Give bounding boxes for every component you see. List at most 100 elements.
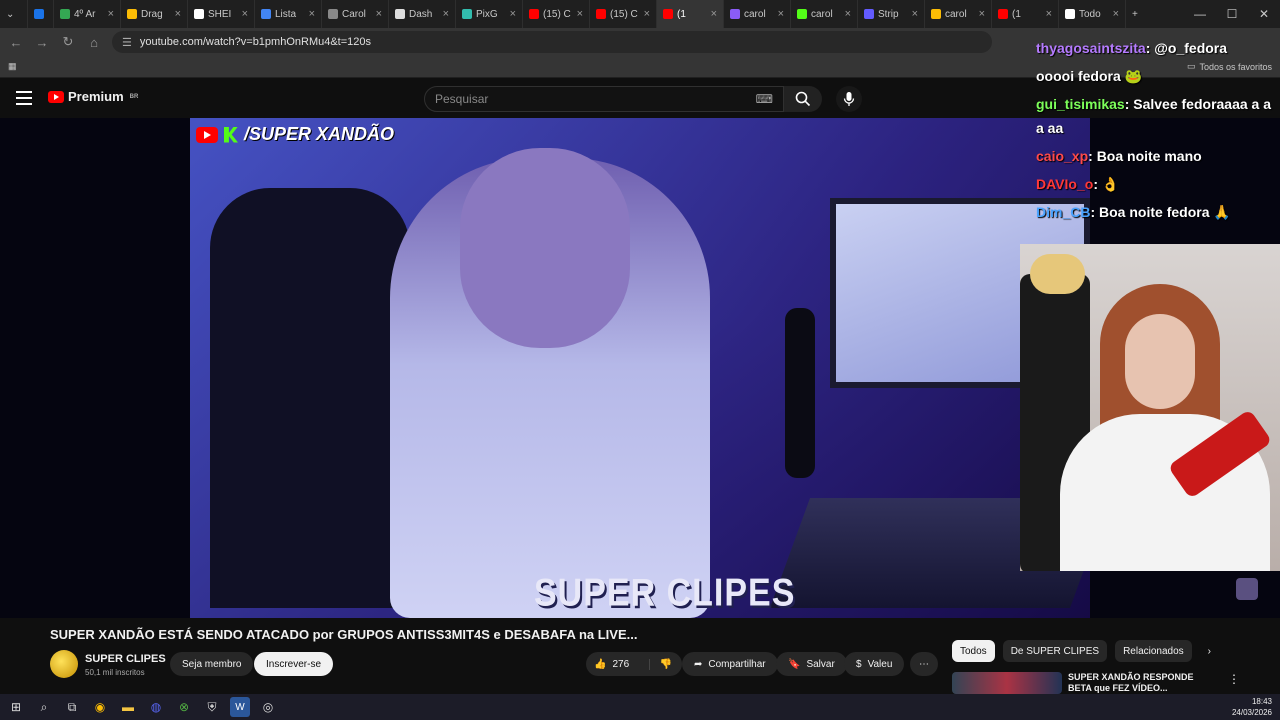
browser-tab[interactable]: (1 × xyxy=(992,0,1059,28)
tab-favicon-icon xyxy=(1065,9,1075,19)
tab-close-icon[interactable]: × xyxy=(912,8,918,20)
tab-close-icon[interactable]: × xyxy=(175,8,181,20)
search-input[interactable]: Pesquisar ⌨ xyxy=(424,86,784,112)
video-frame[interactable] xyxy=(190,118,1111,618)
word-icon[interactable]: W xyxy=(230,697,250,717)
task-view-icon[interactable]: ⧉ xyxy=(62,697,82,717)
browser-tab[interactable]: carol × xyxy=(925,0,992,28)
browser-tab[interactable]: carol × xyxy=(724,0,791,28)
browser-tab[interactable]: Carol × xyxy=(322,0,389,28)
back-icon[interactable]: ← xyxy=(8,35,24,50)
url-field[interactable]: ☰ youtube.com/watch?v=b1pmhOnRMu4&t=120s xyxy=(112,31,992,53)
tab-favicon-icon xyxy=(663,9,673,19)
subscribe-button[interactable]: Inscrever-se xyxy=(254,652,334,676)
chip-all[interactable]: Todos xyxy=(952,640,995,662)
browser-tab[interactable]: (15) C × xyxy=(523,0,590,28)
browser-tab[interactable] xyxy=(28,0,54,28)
chips-next-button[interactable]: › xyxy=(1200,640,1219,662)
tab-list-button[interactable]: ⌄ xyxy=(0,0,28,28)
chevron-down-icon: ⌄ xyxy=(6,8,15,20)
tab-close-icon[interactable]: × xyxy=(242,8,248,20)
tab-close-icon[interactable]: × xyxy=(443,8,449,20)
reload-icon[interactable]: ↻ xyxy=(60,34,76,50)
recommended-title[interactable]: SUPER XANDÃO RESPONDE BETA que FEZ VÍDEO… xyxy=(1068,672,1218,694)
join-button[interactable]: Seja membro xyxy=(170,652,254,676)
tab-close-icon[interactable]: × xyxy=(979,8,985,20)
recommended-video[interactable]: SUPER XANDÃO RESPONDE BETA que FEZ VÍDEO… xyxy=(952,672,1280,694)
tab-close-icon[interactable]: × xyxy=(1113,8,1119,20)
save-button[interactable]: 🔖 Salvar xyxy=(776,652,847,676)
tab-label: Strip xyxy=(878,8,899,20)
voice-search-button[interactable] xyxy=(836,86,862,112)
close-icon[interactable]: ✕ xyxy=(1248,0,1280,28)
forward-icon[interactable]: → xyxy=(34,35,50,50)
xbox-icon[interactable]: ⊗ xyxy=(174,697,194,717)
chrome-icon[interactable]: ◉ xyxy=(90,697,110,717)
kick-logo-icon xyxy=(224,126,238,143)
tab-favicon-icon xyxy=(60,9,70,19)
site-info-icon[interactable]: ☰ xyxy=(122,36,132,49)
tab-close-icon[interactable]: × xyxy=(711,8,717,20)
browser-tab[interactable]: 4º Ar × xyxy=(54,0,121,28)
youtube-logo-icon xyxy=(196,126,218,143)
home-icon[interactable]: ⌂ xyxy=(86,35,102,50)
tab-favicon-icon xyxy=(998,9,1008,19)
thanks-button[interactable]: $ Valeu xyxy=(844,652,905,676)
channel-name[interactable]: SUPER CLIPES xyxy=(85,653,166,665)
tab-close-icon[interactable]: × xyxy=(1046,8,1052,20)
tab-close-icon[interactable]: × xyxy=(778,8,784,20)
keyboard-icon[interactable]: ⌨ xyxy=(756,92,773,106)
tab-close-icon[interactable]: × xyxy=(309,8,315,20)
new-tab-button[interactable]: + xyxy=(1126,0,1150,28)
kebab-menu-icon[interactable]: ⋮ xyxy=(1228,672,1240,694)
windows-start-icon[interactable]: ⊞ xyxy=(6,697,26,717)
more-actions-button[interactable]: ⋯ xyxy=(910,652,938,676)
tab-close-icon[interactable]: × xyxy=(845,8,851,20)
clock-time: 18:43 xyxy=(1251,697,1272,706)
hamburger-menu-icon[interactable] xyxy=(16,91,32,105)
tab-favicon-icon xyxy=(194,9,204,19)
tab-close-icon[interactable]: × xyxy=(644,8,650,20)
dislike-button[interactable]: 👎 xyxy=(648,658,682,670)
search-button[interactable] xyxy=(784,86,822,112)
window-controls: — ☐ ✕ xyxy=(1184,0,1280,28)
chip-related[interactable]: Relacionados xyxy=(1115,640,1192,662)
channel-avatar[interactable] xyxy=(50,650,78,678)
browser-tab[interactable]: Strip × xyxy=(858,0,925,28)
like-button[interactable]: 👍 276 xyxy=(586,659,629,670)
thumbs-up-icon: 👍 xyxy=(594,658,607,670)
taskbar-clock[interactable]: 18:43 24/03/2026 xyxy=(1232,696,1272,718)
browser-tab[interactable]: (15) C × xyxy=(590,0,657,28)
thumbs-down-icon: 👎 xyxy=(659,658,672,670)
browser-tab[interactable]: PixG × xyxy=(456,0,523,28)
browser-tab[interactable]: carol × xyxy=(791,0,858,28)
security-icon[interactable]: ⛨ xyxy=(202,697,222,717)
tab-close-icon[interactable]: × xyxy=(376,8,382,20)
browser-tab[interactable]: SHEI × xyxy=(188,0,255,28)
maximize-icon[interactable]: ☐ xyxy=(1216,0,1248,28)
minimize-icon[interactable]: — xyxy=(1184,0,1216,28)
obs-icon[interactable]: ◎ xyxy=(258,697,278,717)
recommended-thumbnail[interactable] xyxy=(952,672,1062,694)
discord-icon[interactable]: ◍ xyxy=(146,697,166,717)
tab-label: carol xyxy=(811,8,833,20)
apps-grid-icon[interactable]: ▦ xyxy=(8,61,17,72)
tab-favicon-icon xyxy=(127,9,137,19)
search-icon[interactable]: ⌕ xyxy=(34,697,54,717)
browser-tab[interactable]: (1 × xyxy=(657,0,724,28)
browser-tab[interactable]: Dash × xyxy=(389,0,456,28)
share-button[interactable]: ➦ Compartilhar xyxy=(682,652,778,676)
tab-close-icon[interactable]: × xyxy=(510,8,516,20)
browser-tab[interactable]: Lista × xyxy=(255,0,322,28)
tab-label: carol xyxy=(744,8,766,20)
browser-tab[interactable]: Todo × xyxy=(1059,0,1126,28)
chat-message: thyagosaintszita: @o_fedora xyxy=(1036,36,1280,60)
youtube-premium-logo[interactable]: Premium BR xyxy=(48,89,138,104)
tab-close-icon[interactable]: × xyxy=(577,8,583,20)
tab-label: Lista xyxy=(275,8,297,20)
browser-tab[interactable]: Drag × xyxy=(121,0,188,28)
chip-from-channel[interactable]: De SUPER CLIPES xyxy=(1002,640,1108,662)
file-explorer-icon[interactable]: ▬ xyxy=(118,697,138,717)
tab-close-icon[interactable]: × xyxy=(108,8,114,20)
video-chair xyxy=(210,188,410,608)
